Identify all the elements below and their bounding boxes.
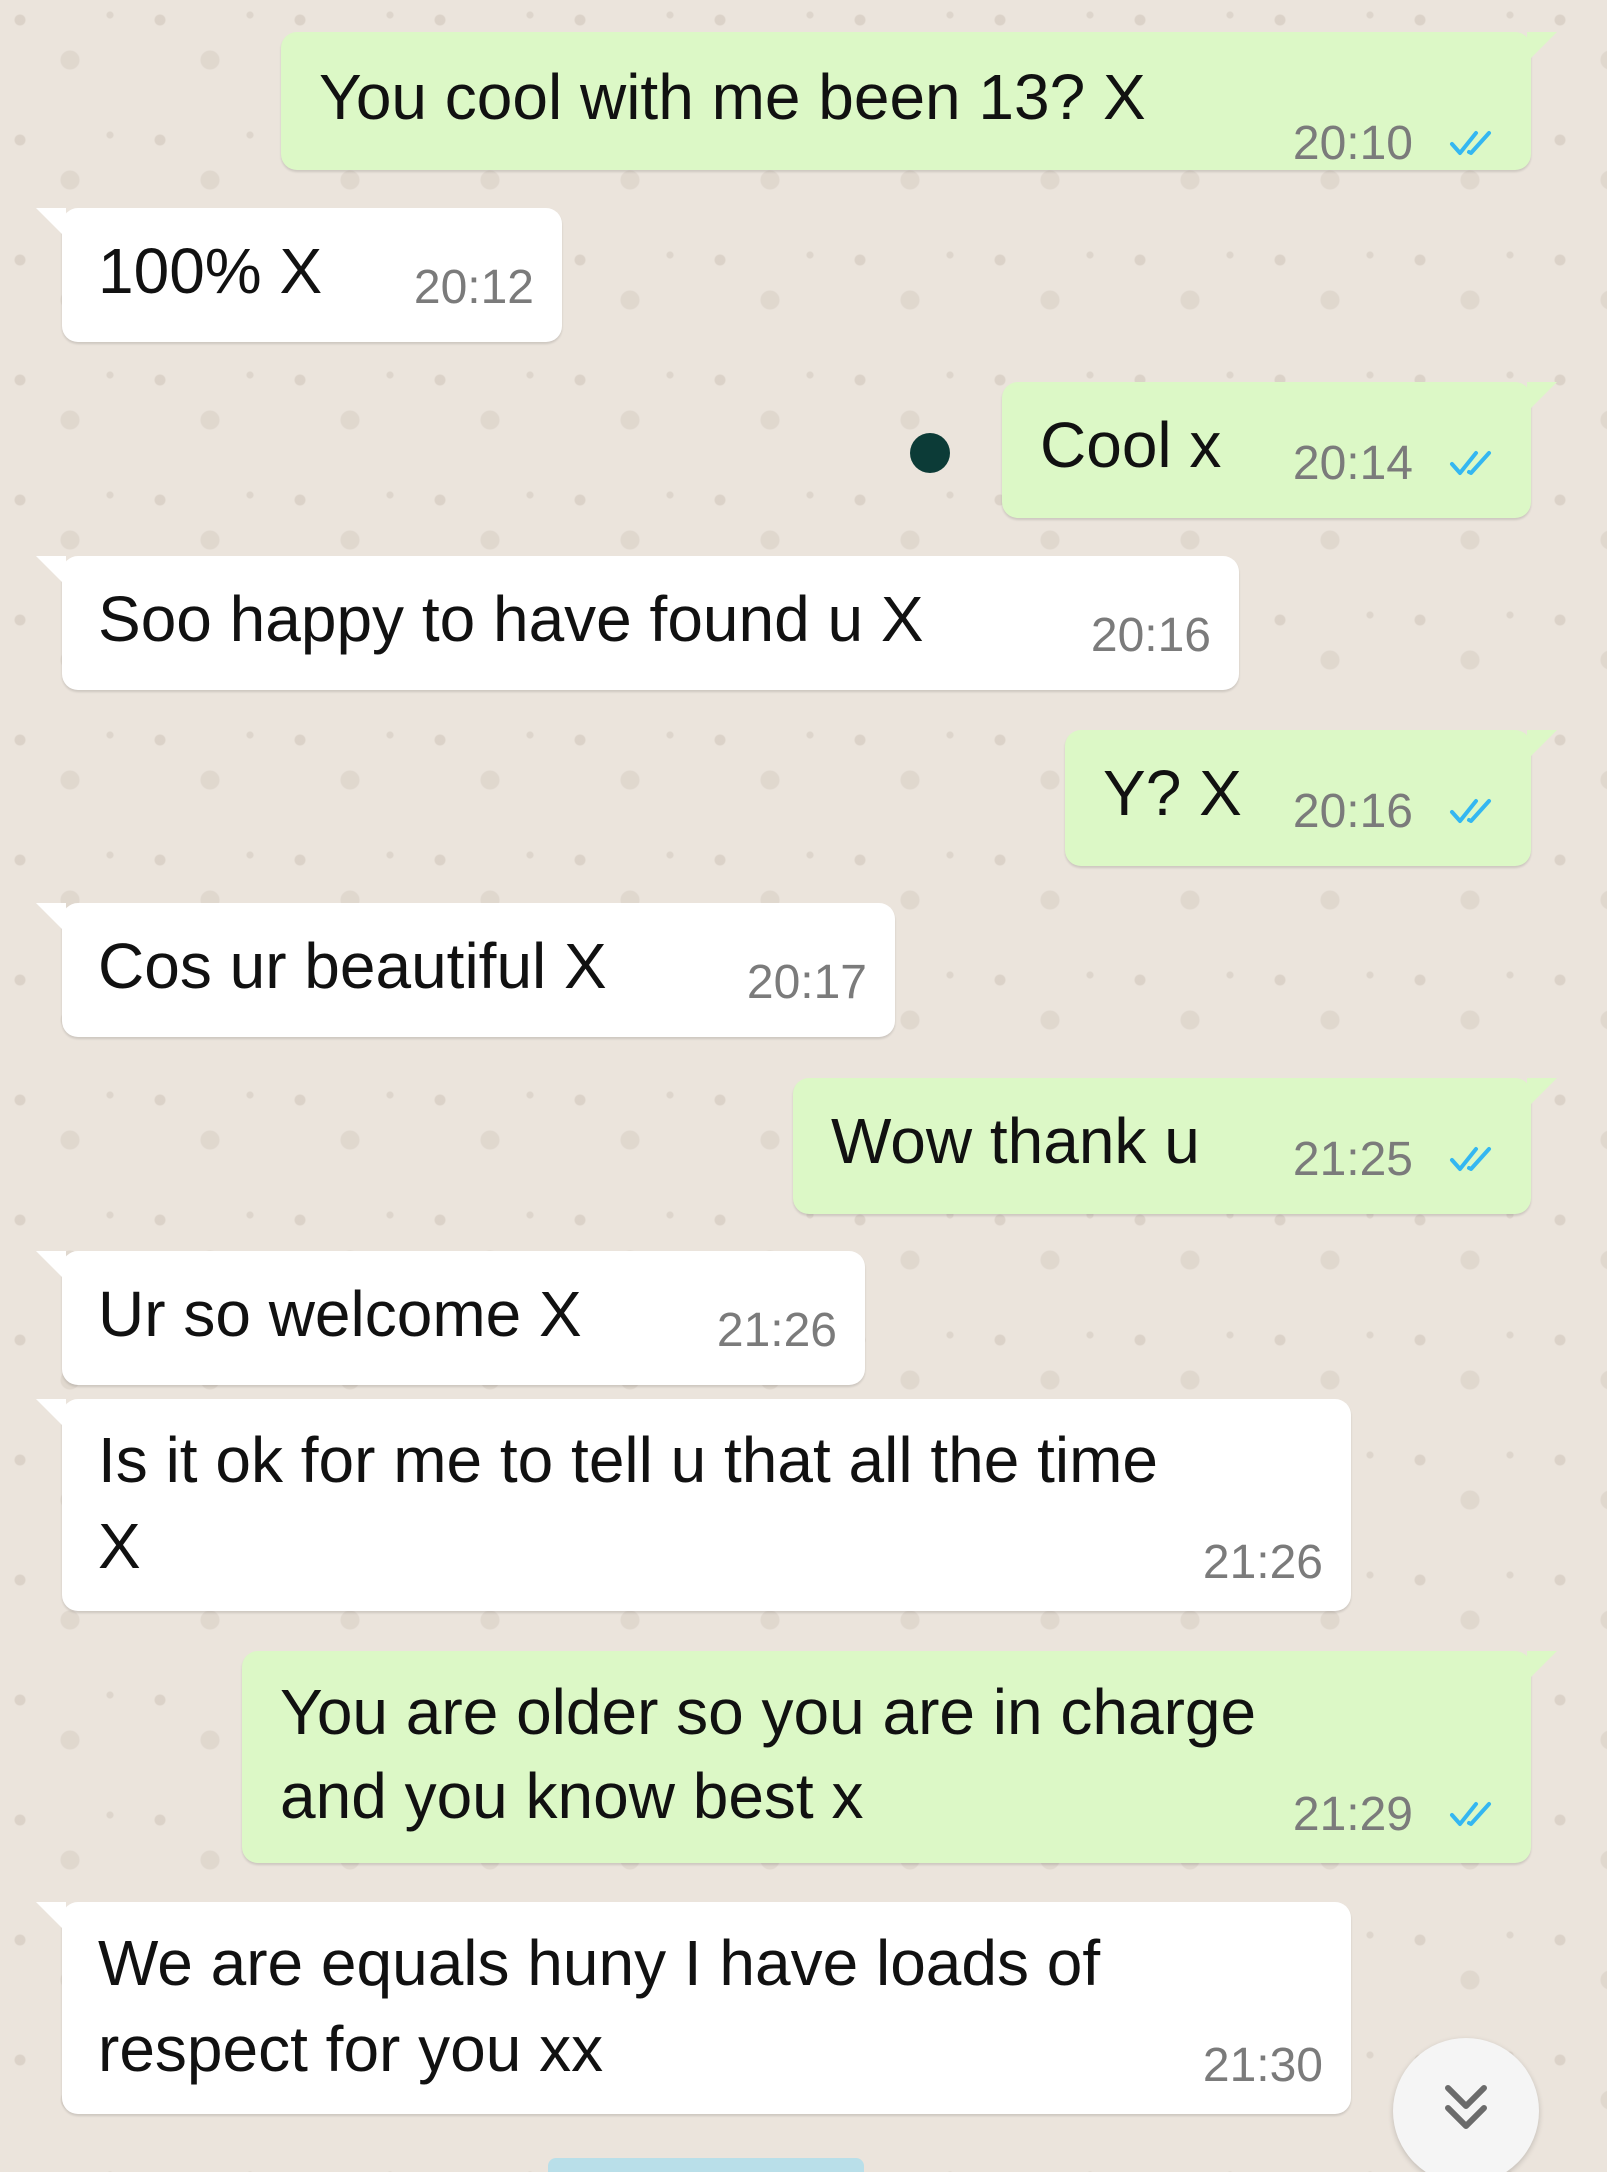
double-check-icon: [1450, 799, 1491, 823]
message-text: Ur so welcome X: [98, 1278, 582, 1350]
message-time: 20:12: [413, 261, 534, 314]
message-time: 20:16: [1292, 785, 1413, 838]
message-incoming[interactable]: 100% X 20:12: [36, 208, 562, 342]
message-text: Soo happy to have found u X: [98, 583, 924, 655]
message-outgoing[interactable]: You are older so you are in charge and y…: [242, 1651, 1557, 1863]
message-time: 21:25: [1292, 1133, 1413, 1186]
message-time: 20:16: [1090, 609, 1211, 662]
double-check-icon: [1450, 451, 1491, 475]
message-text-line: and you know best x: [280, 1760, 864, 1832]
message-text-line: Is it ok for me to tell u that all the t…: [98, 1424, 1158, 1496]
dot-icon: [910, 433, 950, 473]
message-time: 21:26: [716, 1304, 837, 1357]
message-incoming[interactable]: We are equals huny I have loads of respe…: [36, 1902, 1351, 2114]
message-text: Y? X: [1103, 757, 1242, 829]
message-outgoing[interactable]: Cool x 20:14: [1002, 382, 1557, 518]
message-text-line: We are equals huny I have loads of: [98, 1927, 1101, 1999]
message-incoming[interactable]: Ur so welcome X 21:26: [36, 1251, 865, 1385]
message-list[interactable]: You cool with me been 13? X 20:10 100% X…: [0, 0, 1607, 2172]
message-time: 20:10: [1292, 117, 1413, 170]
scroll-to-bottom-button[interactable]: [1393, 2038, 1539, 2172]
message-outgoing[interactable]: Wow thank u 21:25: [793, 1078, 1557, 1214]
message-text-line: respect for you xx: [98, 2013, 604, 2085]
message-incoming[interactable]: Is it ok for me to tell u that all the t…: [36, 1399, 1351, 1611]
double-check-icon: [1450, 1802, 1491, 1826]
message-incoming[interactable]: Cos ur beautiful X 20:17: [36, 903, 895, 1037]
message-time: 20:14: [1292, 437, 1413, 490]
message-outgoing[interactable]: You cool with me been 13? X 20:10: [281, 32, 1557, 170]
message-time: 21:26: [1202, 1536, 1323, 1589]
double-check-icon: [1450, 1147, 1491, 1171]
message-time: 21:29: [1292, 1788, 1413, 1841]
unread-indicator: [548, 2158, 864, 2172]
message-text: Cool x: [1040, 409, 1222, 481]
message-text: 100% X: [98, 235, 323, 307]
message-text: Wow thank u: [831, 1105, 1200, 1177]
message-time: 20:17: [746, 956, 867, 1009]
message-incoming[interactable]: Soo happy to have found u X 20:16: [36, 556, 1239, 690]
message-text-line: You are older so you are in charge: [280, 1676, 1257, 1748]
message-text: Cos ur beautiful X: [98, 930, 607, 1002]
message-text-line: X: [98, 1510, 141, 1582]
message-outgoing[interactable]: Y? X 20:16: [1065, 730, 1557, 866]
message-time: 21:30: [1202, 2039, 1323, 2092]
double-check-icon: [1450, 131, 1491, 155]
message-text: You cool with me been 13? X: [319, 61, 1146, 133]
double-chevron-down-icon: [1445, 2085, 1487, 2129]
